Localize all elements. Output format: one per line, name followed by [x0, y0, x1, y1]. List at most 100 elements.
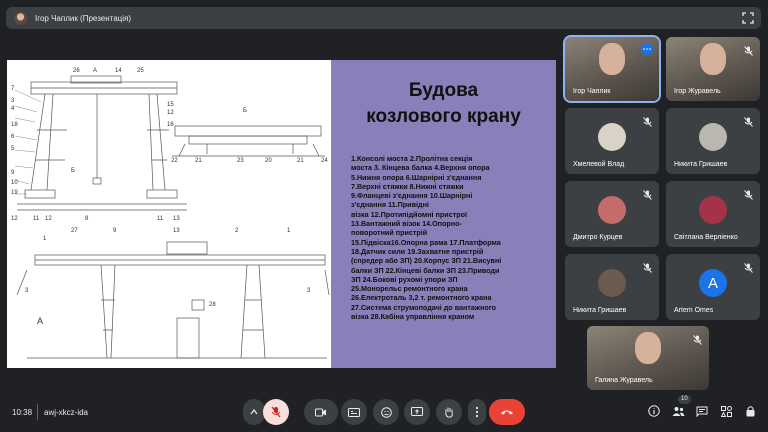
svg-text:18: 18: [11, 122, 18, 128]
participant-name: Artem Omes: [674, 307, 714, 314]
component-list-line: 13.Вантажний візок 14.Опорно-: [351, 219, 462, 229]
slide-text-panel: Будова козлового крану 1.Консолі моста 2…: [331, 60, 556, 368]
participant-name: Ігор Журавель: [674, 88, 721, 95]
emoji-icon: [380, 406, 392, 418]
svg-text:15: 15: [167, 102, 174, 108]
people-button[interactable]: [671, 404, 685, 418]
reactions-button[interactable]: [373, 399, 399, 425]
svg-text:27: 27: [71, 228, 78, 234]
chevron-up-icon: [250, 409, 258, 415]
fullscreen-icon[interactable]: [741, 11, 755, 25]
component-list-line: ЗП 24.Бокові рухомі упори ЗП: [351, 274, 458, 284]
svg-text:24: 24: [321, 158, 328, 164]
participant-name: Світлана Верліенко: [674, 234, 738, 241]
present-button[interactable]: [404, 399, 430, 425]
participant-tile[interactable]: Хмелевой Влад: [565, 108, 659, 174]
mic-off-icon: [744, 260, 754, 273]
chat-button[interactable]: [695, 404, 709, 418]
participant-name: Дмитро Курцев: [573, 234, 623, 241]
svg-text:12: 12: [11, 216, 18, 222]
meeting-controls-bar: 10:38 awj-xkcz-ida 10: [0, 395, 768, 432]
participant-name: Ігор Чаплик: [573, 88, 611, 95]
svg-text:11: 11: [157, 216, 164, 222]
participant-tile[interactable]: A Artem Omes: [666, 254, 760, 320]
svg-text:11: 11: [33, 216, 40, 222]
participant-name: Никита Гришаев: [674, 161, 728, 168]
svg-text:3: 3: [25, 288, 29, 294]
participant-name: Галина Журавель: [595, 377, 653, 384]
activities-button[interactable]: [719, 404, 733, 418]
component-list: 1.Консолі моста 2.Пролітна секція моста 3…: [351, 154, 551, 321]
component-list-line: 9.Фланцеві з'єднання 10.Шарнірні: [351, 191, 473, 201]
svg-text:2: 2: [235, 228, 239, 234]
meeting-details-button[interactable]: [647, 404, 661, 418]
raise-hand-icon: [445, 407, 453, 418]
svg-text:12: 12: [167, 110, 174, 116]
svg-text:26: 26: [73, 68, 80, 74]
svg-text:7: 7: [11, 86, 15, 92]
participant-tile[interactable]: Галина Журавель: [587, 326, 709, 390]
participant-tile[interactable]: Никита Гришаев: [565, 254, 659, 320]
more-options-button[interactable]: [468, 399, 486, 425]
svg-text:13: 13: [173, 228, 180, 234]
participant-tile[interactable]: Дмитро Курцев: [565, 181, 659, 247]
svg-text:4: 4: [11, 106, 15, 112]
svg-text:Б: Б: [243, 108, 247, 114]
mic-off-icon: [693, 332, 703, 345]
slide-title: Будова козлового крану: [366, 80, 521, 127]
avatar: [598, 196, 626, 225]
host-controls-button[interactable]: [743, 404, 757, 418]
participant-tile[interactable]: Світлана Верліенко: [666, 181, 760, 247]
mic-toggle-button[interactable]: [263, 399, 289, 425]
component-list-line: 18.Датчик сили 19.Захватне пристрій: [351, 246, 484, 256]
mic-off-icon: [744, 114, 754, 127]
component-list-line: 7.Верхні стяжки 8.Нижні стяжки: [351, 181, 464, 191]
svg-text:6: 6: [11, 134, 15, 140]
meeting-code: awj-xkcz-ida: [44, 408, 89, 417]
component-list-line: 1.Консолі моста 2.Пролітна секція: [351, 154, 473, 163]
component-list-line: 25.Монорельс ремонтного крана: [351, 284, 468, 294]
presentation-title: Ігор Чаплик (Презентація): [35, 13, 132, 23]
component-list-line: з'єднання 11.Привідні: [351, 200, 429, 210]
audio-options-button[interactable]: [243, 399, 265, 425]
svg-text:16: 16: [167, 122, 174, 128]
mic-off-icon: [643, 187, 653, 200]
presenter-avatar: [14, 11, 27, 25]
end-call-button[interactable]: [489, 399, 525, 425]
participant-tile[interactable]: Ігор Журавель: [666, 37, 760, 101]
camera-button[interactable]: [304, 399, 338, 425]
svg-text:25: 25: [137, 68, 144, 74]
activities-icon: [720, 405, 732, 417]
svg-text:9: 9: [113, 228, 117, 234]
svg-text:14: 14: [115, 68, 122, 74]
avatar: [699, 196, 727, 225]
svg-text:1: 1: [43, 236, 47, 242]
captions-button[interactable]: [341, 399, 367, 425]
meeting-time: 10:38: [12, 408, 33, 417]
participant-tile[interactable]: Ігор Чаплик: [563, 35, 661, 103]
more-options-icon[interactable]: [641, 43, 653, 55]
avatar: A: [699, 269, 727, 298]
svg-text:28: 28: [209, 302, 216, 308]
info-icon: [648, 405, 660, 417]
svg-text:10: 10: [11, 180, 18, 186]
lock-icon: [746, 406, 754, 417]
svg-text:13: 13: [173, 216, 180, 222]
component-list-line: візка 12.Протипідйомні пристрої: [351, 209, 468, 219]
svg-text:9: 9: [11, 170, 15, 176]
mic-off-icon: [643, 260, 653, 273]
more-options-icon: [475, 406, 479, 418]
svg-text:5: 5: [11, 146, 15, 152]
component-list-line: візка 28.Кабіна управління краном: [351, 312, 475, 322]
raise-hand-button[interactable]: [436, 399, 462, 425]
component-list-line: 15.Підвіска16.Опорна рама 17.Платформа: [351, 237, 501, 247]
avatar: [699, 123, 727, 152]
separator: [37, 404, 38, 420]
component-list-line: 26.Електроталь 3,2 т. ремонтного крана: [351, 293, 492, 303]
people-count-badge: 10: [678, 395, 691, 404]
chat-icon: [696, 406, 708, 417]
participant-tile[interactable]: Никита Гришаев: [666, 108, 760, 174]
svg-text:22: 22: [171, 158, 178, 164]
participant-name: Никита Гришаев: [573, 307, 627, 314]
mic-off-icon: [271, 406, 281, 418]
